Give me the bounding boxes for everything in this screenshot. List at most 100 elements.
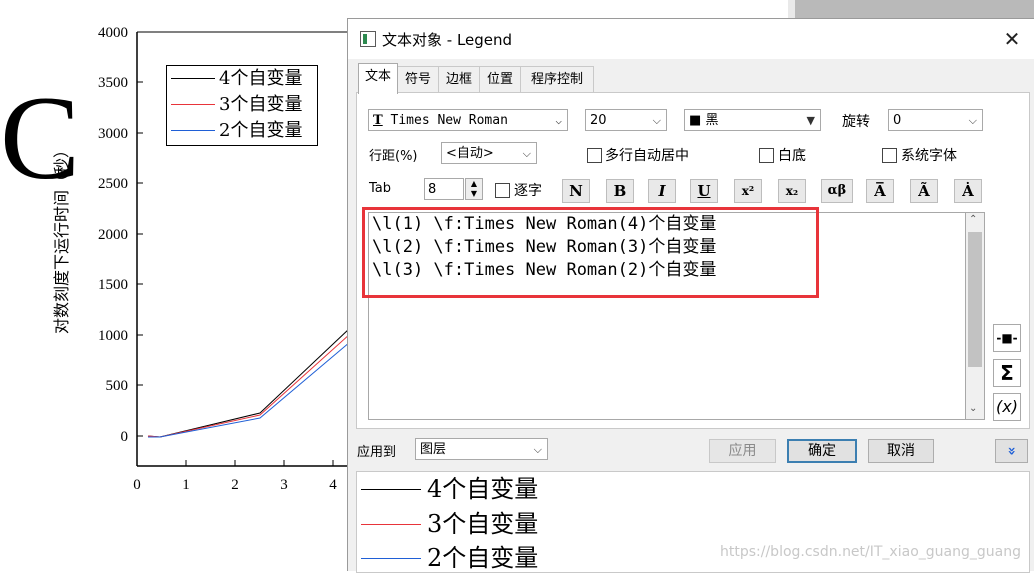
tilde-button[interactable]: Ã — [910, 179, 938, 203]
line-spacing-combo[interactable]: <自动> ⌵ — [441, 142, 537, 164]
color-combo-value: 黑 — [705, 113, 719, 128]
apply-to-label: 应用到 — [357, 445, 397, 460]
legend-text-editor[interactable]: \l(1) \f:Times New Roman(4)个自变量 \l(2) \f… — [368, 212, 985, 420]
tab-position[interactable]: 位置 — [479, 66, 521, 94]
cancel-button[interactable]: 取消 — [868, 439, 934, 463]
dropdown-arrow-icon: ▼ — [806, 114, 815, 127]
x-tick-label: 4 — [329, 477, 337, 493]
apply-button[interactable]: 应用 — [709, 439, 776, 463]
underline-button[interactable]: U — [690, 179, 718, 203]
legend-entry: 3个自变量 — [167, 92, 317, 118]
rotate-label: 旋转 — [842, 114, 870, 130]
superscript-button[interactable]: x² — [734, 179, 762, 203]
background-strip — [788, 0, 795, 18]
y-tick-label: 2000 — [98, 227, 128, 243]
title-bar[interactable]: 文本对象 - Legend ✕ — [348, 19, 1034, 59]
legend-swatch — [171, 78, 215, 79]
tab-border[interactable]: 边框 — [438, 66, 480, 94]
expand-glyph: » — [1003, 446, 1020, 456]
sigma-icon[interactable]: Σ — [993, 359, 1021, 387]
chevron-down-icon: ⌵ — [555, 114, 562, 127]
y-tick-label: 2500 — [98, 176, 128, 192]
font-type-icon: T — [373, 113, 383, 128]
y-tick-marks — [137, 31, 143, 437]
preview-entry: 3个自变量 — [357, 507, 957, 541]
plot-area: 4000 3500 3000 2500 2000 1500 1000 500 0… — [0, 0, 350, 570]
editor-line: \l(2) \f:Times New Roman(3)个自变量 — [372, 237, 717, 257]
system-font-checkbox[interactable] — [882, 148, 897, 163]
legend-swatch — [171, 104, 215, 105]
font-combo[interactable]: T Times New Roman ⌵ — [368, 109, 568, 131]
y-tick-label: 1500 — [98, 277, 128, 293]
rotate-combo[interactable]: 0 ⌵ — [888, 109, 983, 131]
x-tick-marks — [136, 460, 334, 466]
series-line-4 — [147, 327, 350, 438]
scroll-up-icon[interactable]: ⌃ — [969, 214, 977, 225]
tab-width-label: Tab — [369, 181, 392, 196]
line-spacing-label: 行距(%) — [369, 149, 418, 164]
expand-icon[interactable]: » — [995, 439, 1028, 463]
font-combo-value: Times New Roman — [390, 113, 508, 128]
greek-button[interactable]: αβ — [821, 179, 853, 203]
x-tick-label: 2 — [231, 477, 239, 493]
editor-line: \l(3) \f:Times New Roman(2)个自变量 — [372, 260, 717, 280]
legend-label: 2个自变量 — [219, 120, 303, 141]
overbar-button[interactable]: A̅ — [866, 179, 894, 203]
editor-scroll-thumb[interactable] — [968, 232, 982, 367]
legend-swatch — [171, 130, 215, 131]
italic-button[interactable]: I — [648, 179, 676, 203]
plot-legend[interactable]: 4个自变量 3个自变量 2个自变量 — [166, 65, 318, 146]
size-combo[interactable]: 20 ⌵ — [585, 109, 667, 131]
tab-width-stepper[interactable]: ▲ ▼ — [465, 178, 483, 200]
preview-label: 3个自变量 — [427, 510, 539, 538]
size-combo-value: 20 — [590, 113, 607, 128]
preview-entry: 4个自变量 — [357, 472, 957, 506]
y-tick-label: 3000 — [98, 126, 128, 142]
apply-to-combo-value: 图层 — [420, 442, 447, 457]
legend-label: 3个自变量 — [219, 94, 303, 115]
tab-programming[interactable]: 程序控制 — [520, 66, 594, 94]
tab-symbol[interactable]: 符号 — [397, 66, 439, 94]
chevron-down-icon: ⌵ — [533, 443, 542, 456]
text-object-dialog: 文本对象 - Legend ✕ 文本 符号 边框 位置 程序控制 T Times… — [347, 18, 1034, 573]
scroll-down-icon[interactable]: ⌄ — [969, 403, 977, 414]
apply-to-combo[interactable]: 图层 ⌵ — [415, 438, 548, 460]
char-by-char-label: 逐字 — [514, 183, 542, 199]
rotate-combo-value: 0 — [893, 113, 902, 128]
y-axis-label: 对数刻度下运行时间（秒） — [52, 142, 71, 335]
tab-text[interactable]: 文本 — [358, 63, 398, 94]
y-tick-label: 1000 — [98, 328, 128, 344]
insert-legend-symbol-icon[interactable]: -■- — [993, 324, 1021, 352]
multiline-center-label: 多行自动居中 — [605, 148, 689, 164]
x-tick-label: 0 — [133, 477, 141, 493]
preview-swatch — [361, 489, 421, 490]
multiline-center-checkbox[interactable] — [587, 148, 602, 163]
x-tick-label: 1 — [182, 477, 190, 493]
dot-accent-button[interactable]: Ȧ — [954, 179, 982, 203]
legend-label: 4个自变量 — [219, 68, 303, 89]
series-line-3 — [147, 333, 350, 438]
window-icon — [360, 31, 376, 47]
legend-entry: 2个自变量 — [167, 118, 317, 144]
y-tick-label: 500 — [106, 378, 129, 394]
chevron-down-icon: ⌵ — [968, 114, 977, 127]
editor-line: \l(1) \f:Times New Roman(4)个自变量 — [372, 214, 717, 234]
y-tick-label: 0 — [121, 429, 129, 445]
ok-button[interactable]: 确定 — [787, 439, 857, 463]
char-by-char-checkbox[interactable] — [495, 183, 510, 198]
y-tick-label: 4000 — [98, 25, 128, 41]
color-combo[interactable]: ■ 黑 ▼ — [684, 109, 821, 131]
bold-button[interactable]: B — [606, 179, 634, 203]
chevron-down-icon: ⌵ — [652, 114, 661, 127]
window-title: 文本对象 - Legend — [382, 31, 513, 49]
system-font-label: 系统字体 — [901, 148, 957, 164]
close-icon[interactable]: ✕ — [996, 25, 1028, 53]
white-bg-checkbox[interactable] — [759, 148, 774, 163]
chevron-down-icon: ⌵ — [522, 147, 531, 160]
color-swatch-icon: ■ — [689, 113, 702, 128]
subscript-button[interactable]: x₂ — [778, 179, 806, 203]
x-tick-label: 3 — [280, 477, 288, 493]
variable-icon[interactable]: (x) — [993, 393, 1021, 421]
normal-text-button[interactable]: N — [562, 179, 590, 203]
tab-width-input[interactable]: 8 — [424, 178, 464, 200]
